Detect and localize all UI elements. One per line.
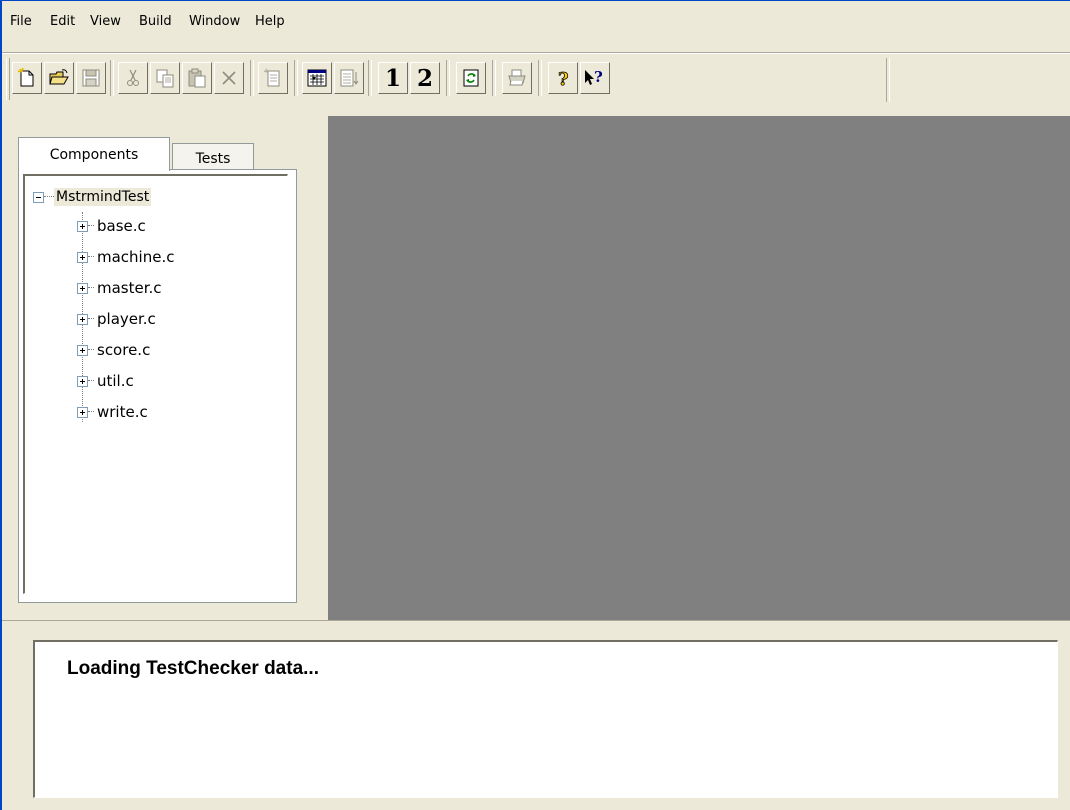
toolbar: 1 2 ? ? [2,54,1070,110]
tree-connector [88,349,94,351]
svg-text:?: ? [558,69,569,89]
help-icon: ? [558,69,569,89]
view-2-label: 2 [416,64,433,92]
toolbar-grip[interactable] [6,58,10,100]
expand-icon[interactable] [77,344,88,356]
menu-edit[interactable]: Edit [48,13,77,31]
save-icon [82,69,100,87]
new-file-icon [17,67,34,87]
tree-connector [88,318,94,320]
delete-icon [222,71,236,85]
refresh-button[interactable] [456,62,486,94]
tree-item[interactable]: write.c [77,401,148,423]
toolbar-separator [110,60,114,96]
toolbar-separator [446,60,450,96]
save-button[interactable] [76,62,106,94]
tab-panel: MstrmindTest base.c machine.c master.c p… [18,169,297,603]
tree-item[interactable]: machine.c [77,246,174,268]
copy-button[interactable] [150,62,180,94]
list-button[interactable] [334,62,364,94]
status-message: Loading TestChecker data... [67,658,319,679]
tree-item[interactable]: master.c [77,277,162,299]
context-help-button[interactable]: ? [580,62,610,94]
tree-connector [44,196,54,198]
expand-icon[interactable] [77,251,88,263]
new-test-icon [263,68,280,87]
help-button[interactable]: ? [548,62,578,94]
view-1-button[interactable]: 1 [378,62,408,94]
tree-connector [88,256,94,258]
collapse-icon[interactable] [33,191,44,203]
menu-window[interactable]: Window [187,13,242,31]
list-sort-icon [340,69,359,87]
horizontal-splitter[interactable] [2,620,1070,637]
expand-icon[interactable] [77,282,88,294]
menu-build[interactable]: Build [137,13,174,31]
tree-item-label[interactable]: util.c [97,372,134,390]
toolbar-separator [538,60,542,96]
build-grid-icon [307,69,327,87]
open-button[interactable] [44,62,74,94]
menu-view[interactable]: View [88,13,123,31]
tree-item[interactable]: score.c [77,339,150,361]
tree-item[interactable]: util.c [77,370,134,392]
tree-connector [88,380,94,382]
tree-root-label[interactable]: MstrmindTest [54,188,152,206]
toolbar-separator [250,60,254,96]
tree-item-label[interactable]: master.c [97,279,162,297]
print-icon [508,69,526,86]
mdi-workspace[interactable] [328,116,1070,620]
output-pane[interactable]: Loading TestChecker data... [33,640,1058,798]
cut-button[interactable] [118,62,148,94]
print-button[interactable] [502,62,532,94]
new-file-button[interactable] [12,62,42,94]
tree-item-label[interactable]: write.c [97,403,148,421]
menu-help[interactable]: Help [253,13,287,31]
menu-bar: File Edit View Build Window Help [2,0,1070,48]
tree-item[interactable]: base.c [77,215,146,237]
toolbar-separator [368,60,372,96]
copy-icon [156,69,174,88]
refresh-icon [463,69,479,87]
expand-icon[interactable] [77,313,88,325]
expand-icon[interactable] [77,406,88,418]
paste-icon [188,68,206,88]
build-button[interactable] [302,62,332,94]
tree-item-label[interactable]: player.c [97,310,156,328]
toolbar-end-separator [886,58,890,102]
cut-icon [127,69,139,86]
svg-text:?: ? [594,68,603,86]
tree-item[interactable]: player.c [77,308,156,330]
view-1-label: 1 [384,64,401,92]
context-help-icon: ? [585,68,603,86]
tree-item-label[interactable]: machine.c [97,248,174,266]
open-folder-icon [49,69,69,85]
components-pane: Components Tests MstrmindTest base.c mac… [0,115,309,620]
tree-connector [88,411,94,413]
tree-item-label[interactable]: score.c [97,341,150,359]
expand-icon[interactable] [77,375,88,387]
view-2-button[interactable]: 2 [410,62,440,94]
tree-root-node[interactable]: MstrmindTest [33,186,152,208]
delete-button[interactable] [214,62,244,94]
tree-connector [88,287,94,289]
toolbar-separator [492,60,496,96]
tree-item-label[interactable]: base.c [97,217,146,235]
tree-connector [88,225,94,227]
new-test-button[interactable] [258,62,288,94]
tab-components[interactable]: Components [18,137,170,171]
component-tree[interactable]: MstrmindTest base.c machine.c master.c p… [23,174,288,594]
paste-button[interactable] [182,62,212,94]
expand-icon[interactable] [77,220,88,232]
menu-file[interactable]: File [8,13,34,31]
toolbar-separator [294,60,298,96]
